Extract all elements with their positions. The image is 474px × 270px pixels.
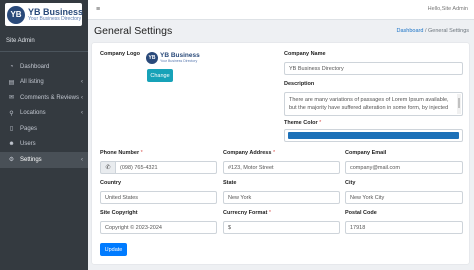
state-label: State bbox=[223, 180, 237, 186]
phone-number-label-text: Phone Number bbox=[100, 150, 140, 156]
sidebar-item-users[interactable]: ☻ Users bbox=[0, 137, 88, 153]
currency-format-label-text: Currecny Format bbox=[223, 210, 268, 216]
sidebar-item-dashboard[interactable]: ◔ Dashboard bbox=[0, 59, 88, 75]
top-bar: ≡ Hello,Site Admin bbox=[88, 0, 474, 20]
dashboard-icon: ◔ bbox=[9, 63, 14, 70]
phone-icon: ✆ bbox=[100, 161, 116, 174]
description-label: Description bbox=[284, 81, 315, 87]
sidebar: YB YB Business Your Business Directory S… bbox=[0, 0, 88, 270]
theme-color-label: Theme Color * bbox=[284, 120, 321, 126]
company-address-label: Company Address * bbox=[223, 150, 275, 156]
sidebar-item-label: Pages bbox=[20, 125, 38, 132]
breadcrumb-separator: / bbox=[424, 28, 427, 34]
state-input[interactable]: New York bbox=[223, 191, 340, 204]
company-logo-preview: YB YB Business Your Business Directory bbox=[146, 50, 200, 66]
currency-format-input[interactable]: $ bbox=[223, 221, 340, 234]
chevron-left-icon: ‹ bbox=[81, 94, 83, 101]
list-icon: ▤ bbox=[8, 79, 15, 86]
description-text: There are many variations of passages of… bbox=[289, 97, 449, 111]
description-scrollbar[interactable] bbox=[457, 94, 461, 114]
change-logo-button[interactable]: Change bbox=[147, 69, 173, 82]
company-address-label-text: Company Address bbox=[223, 150, 272, 156]
site-copyright-input[interactable]: Copyright © 2023-2024 bbox=[100, 221, 217, 234]
sidebar-divider bbox=[0, 51, 88, 52]
company-name-label: Company Name bbox=[284, 51, 326, 57]
site-copyright-label: Site Copyright bbox=[100, 210, 138, 216]
brand-logo[interactable]: YB YB Business Your Business Directory bbox=[5, 3, 83, 26]
brand-logo-mark: YB bbox=[7, 5, 25, 24]
required-marker: * bbox=[140, 150, 143, 156]
company-logo-label: Company Logo bbox=[100, 51, 141, 57]
postal-code-label: Postal Code bbox=[345, 210, 377, 216]
hamburger-menu-icon[interactable]: ≡ bbox=[96, 6, 100, 13]
company-email-label: Company Email bbox=[345, 150, 387, 156]
sidebar-item-pages[interactable]: ▯ Pages bbox=[0, 121, 88, 137]
sidebar-item-label: Settings bbox=[20, 156, 42, 163]
currency-format-label: Currecny Format * bbox=[223, 210, 271, 216]
required-marker: * bbox=[272, 150, 276, 156]
theme-color-label-text: Theme Color bbox=[284, 120, 318, 126]
company-logo-subtitle: Your Business Directory bbox=[160, 59, 198, 64]
required-marker: * bbox=[319, 120, 322, 126]
description-textarea[interactable]: There are many variations of passages of… bbox=[284, 92, 463, 116]
user-greeting[interactable]: Hello,Site Admin bbox=[428, 6, 468, 12]
sidebar-item-all-listing[interactable]: ▤ All listing ‹ bbox=[0, 75, 88, 91]
chevron-left-icon: ‹ bbox=[81, 156, 83, 163]
sidebar-user-name[interactable]: Site Admin bbox=[6, 38, 35, 44]
breadcrumb-current: General Settings bbox=[428, 28, 469, 34]
comments-icon: ✉ bbox=[8, 95, 15, 102]
phone-number-input[interactable]: (098) 765-4321 bbox=[115, 161, 217, 174]
postal-code-input[interactable]: 17918 bbox=[345, 221, 463, 234]
company-address-input[interactable]: #123, Motor Street bbox=[223, 161, 340, 174]
brand-subtitle: Your Business Directory bbox=[28, 15, 82, 22]
user-icon: ☻ bbox=[8, 141, 15, 148]
sidebar-item-label: Dashboard bbox=[20, 63, 50, 70]
chevron-left-icon: ‹ bbox=[81, 79, 83, 86]
sidebar-item-label: Locations bbox=[20, 110, 46, 117]
sidebar-item-label: Users bbox=[20, 141, 36, 148]
city-label: City bbox=[345, 180, 356, 186]
theme-color-swatch bbox=[288, 132, 459, 139]
sidebar-nav: ◔ Dashboard ▤ All listing ‹ ✉ Comments & Revie… bbox=[0, 59, 88, 168]
sidebar-item-label: Comments & Reviews bbox=[20, 94, 80, 101]
update-button[interactable]: Update bbox=[100, 243, 127, 256]
page-title: General Settings bbox=[94, 25, 173, 37]
phone-number-label: Phone Number * bbox=[100, 150, 143, 156]
breadcrumb-dashboard-link[interactable]: Dashboard bbox=[397, 28, 424, 34]
country-label: Country bbox=[100, 180, 122, 186]
breadcrumb: Dashboard / General Settings bbox=[397, 28, 469, 34]
sidebar-item-label: All listing bbox=[20, 79, 44, 86]
sidebar-item-comments-reviews[interactable]: ✉ Comments & Reviews ‹ bbox=[0, 90, 88, 106]
page-icon: ▯ bbox=[9, 126, 14, 133]
country-input[interactable]: United States bbox=[100, 191, 217, 204]
city-input[interactable]: New York City bbox=[345, 191, 463, 204]
location-pin-icon: ⚲ bbox=[9, 110, 14, 117]
company-logo-mark: YB bbox=[146, 52, 158, 64]
theme-color-picker[interactable] bbox=[284, 129, 463, 142]
company-email-input[interactable]: company@mail.com bbox=[345, 161, 463, 174]
gear-icon: ⚙ bbox=[8, 157, 15, 164]
sidebar-item-locations[interactable]: ⚲ Locations ‹ bbox=[0, 106, 88, 122]
required-marker: * bbox=[268, 210, 271, 216]
sidebar-item-settings[interactable]: ⚙ Settings ‹ bbox=[0, 152, 88, 168]
company-name-input[interactable]: YB Business Directory bbox=[284, 62, 463, 75]
chevron-left-icon: ‹ bbox=[81, 110, 83, 117]
